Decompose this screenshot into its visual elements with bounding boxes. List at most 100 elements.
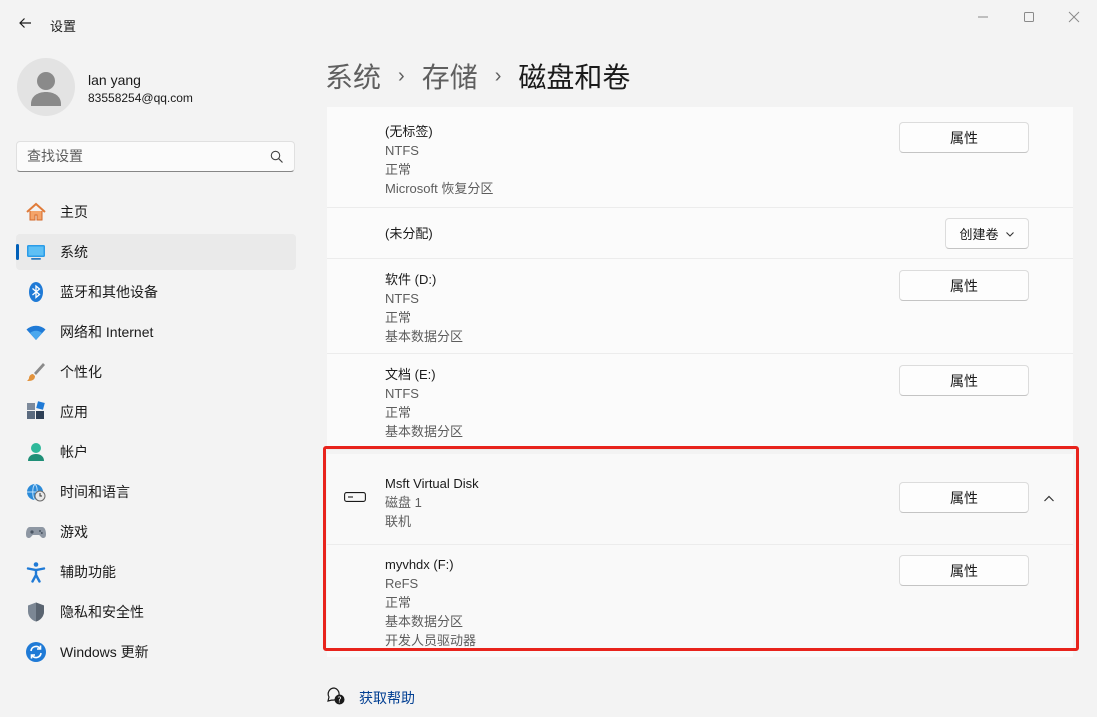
- close-button[interactable]: [1051, 4, 1097, 30]
- help-icon: ?: [327, 687, 345, 705]
- search-icon[interactable]: [270, 150, 284, 164]
- sidebar-item-network[interactable]: 网络和 Internet: [16, 314, 296, 350]
- account-icon: [25, 441, 47, 463]
- chevron-up-icon[interactable]: [1043, 494, 1055, 504]
- volume-status: 正常: [385, 405, 412, 420]
- properties-button[interactable]: 属性: [899, 365, 1029, 396]
- volume-row: (无标签) NTFS 正常 Microsoft 恢复分区 属性: [327, 107, 1073, 208]
- svg-text:?: ?: [337, 696, 341, 705]
- sidebar-item-home[interactable]: 主页: [16, 194, 296, 230]
- properties-button[interactable]: 属性: [899, 555, 1029, 586]
- maximize-button[interactable]: [1006, 4, 1052, 30]
- back-arrow-icon: [19, 18, 31, 28]
- close-icon: [1068, 11, 1080, 23]
- breadcrumb-storage[interactable]: 存储: [422, 56, 478, 96]
- hard-drive-icon: [344, 492, 366, 502]
- sidebar-item-label: Windows 更新: [60, 644, 149, 660]
- volume-name: (无标签): [385, 124, 433, 139]
- properties-button[interactable]: 属性: [899, 270, 1029, 301]
- sidebar-item-accounts[interactable]: 帐户: [16, 434, 296, 470]
- breadcrumb: 系统 › 存储 › 磁盘和卷: [325, 56, 630, 96]
- properties-button[interactable]: 属性: [899, 122, 1029, 153]
- disk-state: 联机: [385, 514, 412, 529]
- search-box[interactable]: [16, 141, 295, 172]
- volume-dev-drive: 开发人员驱动器: [385, 633, 477, 648]
- sidebar-item-label: 隐私和安全性: [60, 604, 144, 620]
- sidebar-item-accessibility[interactable]: 辅助功能: [16, 554, 296, 590]
- volume-name: (未分配): [385, 226, 433, 241]
- back-button[interactable]: [12, 10, 38, 36]
- globe-clock-icon: [25, 481, 47, 503]
- user-email: 83558254@qq.com: [88, 91, 193, 105]
- avatar[interactable]: [17, 58, 75, 116]
- sidebar-item-system[interactable]: 系统: [16, 234, 296, 270]
- wifi-icon: [25, 321, 47, 343]
- disk-row[interactable]: Msft Virtual Disk 磁盘 1 联机 属性: [327, 454, 1073, 545]
- sidebar-item-apps[interactable]: 应用: [16, 394, 296, 430]
- sidebar-item-time-language[interactable]: 时间和语言: [16, 474, 296, 510]
- volume-type: 基本数据分区: [385, 424, 464, 439]
- volume-type: 基本数据分区: [385, 614, 464, 629]
- user-icon: [31, 72, 61, 106]
- sidebar-item-label: 帐户: [60, 444, 88, 460]
- get-help-link[interactable]: ? 获取帮助: [326, 686, 415, 706]
- sidebar-item-label: 系统: [60, 244, 88, 260]
- volume-status: 正常: [385, 310, 412, 325]
- sidebar-item-label: 主页: [60, 204, 88, 220]
- volume-status: 正常: [385, 595, 412, 610]
- page-title: 磁盘和卷: [518, 62, 631, 93]
- accessibility-icon: [25, 561, 47, 583]
- breadcrumb-separator: ›: [494, 64, 502, 87]
- volume-name: 软件 (D:): [385, 272, 437, 287]
- volume-row: 软件 (D:) NTFS 正常 基本数据分区 属性: [327, 259, 1073, 354]
- disk-name: Msft Virtual Disk: [385, 476, 479, 491]
- volume-status: 正常: [385, 162, 412, 177]
- gamepad-icon: [25, 521, 47, 543]
- sidebar-item-label: 应用: [60, 404, 88, 420]
- minimize-icon: [978, 16, 988, 18]
- get-help-label: 获取帮助: [359, 690, 415, 706]
- monitor-icon: [25, 241, 47, 263]
- minimize-button[interactable]: [960, 4, 1006, 30]
- create-volume-label: 创建卷: [959, 227, 999, 242]
- volume-type: Microsoft 恢复分区: [385, 181, 494, 196]
- disk-number: 磁盘 1: [385, 495, 422, 510]
- volume-name: 文档 (E:): [385, 367, 436, 382]
- title-bar: 设置: [0, 0, 1097, 46]
- brush-icon: [25, 361, 47, 383]
- volume-filesystem: ReFS: [385, 576, 419, 591]
- app-title: 设置: [50, 19, 77, 34]
- volumes-list: (无标签) NTFS 正常 Microsoft 恢复分区 属性 (未分配) 创建…: [327, 107, 1073, 657]
- volume-name: myvhdx (F:): [385, 557, 454, 572]
- bluetooth-icon: [25, 281, 47, 303]
- sidebar-nav: 主页 系统 蓝牙和其他设备 网络和 Internet 个性化 应用 帐户 时间和…: [16, 194, 296, 674]
- user-name: lan yang: [88, 72, 141, 88]
- sidebar-item-label: 蓝牙和其他设备: [60, 284, 158, 300]
- sidebar-item-windows-update[interactable]: Windows 更新: [16, 634, 296, 670]
- create-volume-button[interactable]: 创建卷: [945, 218, 1029, 249]
- sidebar-item-bluetooth[interactable]: 蓝牙和其他设备: [16, 274, 296, 310]
- sidebar-item-personalization[interactable]: 个性化: [16, 354, 296, 390]
- sidebar-item-privacy[interactable]: 隐私和安全性: [16, 594, 296, 630]
- volume-type: 基本数据分区: [385, 329, 464, 344]
- home-icon: [25, 201, 47, 223]
- search-input[interactable]: [27, 148, 257, 164]
- sidebar-item-gaming[interactable]: 游戏: [16, 514, 296, 550]
- volume-filesystem: NTFS: [385, 143, 419, 158]
- sidebar-item-label: 时间和语言: [60, 484, 130, 500]
- breadcrumb-system[interactable]: 系统: [325, 56, 381, 96]
- volume-row: myvhdx (F:) ReFS 正常 基本数据分区 开发人员驱动器 属性: [327, 545, 1073, 657]
- chevron-down-icon: [1005, 231, 1014, 237]
- apps-icon: [25, 401, 47, 423]
- volume-filesystem: NTFS: [385, 291, 419, 306]
- update-icon: [25, 641, 47, 663]
- sidebar-item-label: 辅助功能: [60, 564, 116, 580]
- maximize-icon: [1024, 12, 1034, 22]
- disk-properties-button[interactable]: 属性: [899, 482, 1029, 513]
- shield-icon: [25, 601, 47, 623]
- sidebar-item-label: 个性化: [60, 364, 102, 380]
- sidebar-item-label: 游戏: [60, 524, 88, 540]
- volume-filesystem: NTFS: [385, 386, 419, 401]
- sidebar-item-label: 网络和 Internet: [60, 324, 154, 340]
- breadcrumb-separator: ›: [398, 64, 405, 87]
